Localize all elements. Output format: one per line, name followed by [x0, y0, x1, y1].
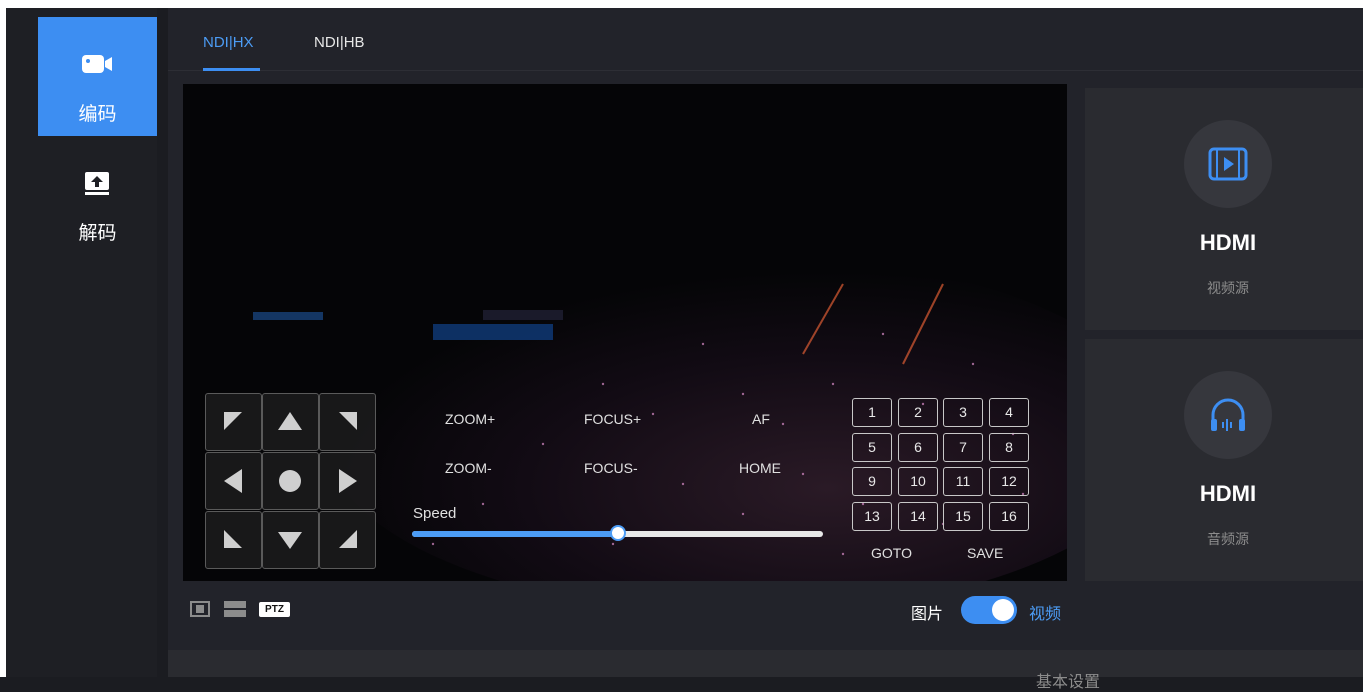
sidebar-item-label: 编码	[78, 103, 117, 125]
video-source-subtitle: 视频源	[1207, 281, 1249, 297]
af-button[interactable]: AF	[752, 411, 770, 427]
window-top-strip	[0, 0, 1363, 8]
preset-button-13[interactable]: 13	[852, 502, 892, 531]
ptz-down-button[interactable]	[262, 511, 319, 569]
preset-button-3[interactable]: 3	[943, 398, 983, 427]
audio-source-icon-circle	[1184, 371, 1272, 459]
arrow-down-right-icon	[339, 530, 357, 548]
ptz-down-right-button[interactable]	[319, 511, 376, 569]
sidebar-item-label: 解码	[78, 222, 117, 244]
tab-ndi-hx[interactable]: NDI|HX	[203, 34, 254, 51]
arrow-down-left-icon	[224, 530, 242, 548]
arrow-up-icon	[278, 412, 302, 430]
ptz-down-left-button[interactable]	[205, 511, 262, 569]
preset-button-5[interactable]: 5	[852, 433, 892, 462]
focus-out-button[interactable]: FOCUS-	[584, 460, 638, 476]
video-preview: ZOOM+ FOCUS+ AF ZOOM- FOCUS- HOME Speed …	[183, 84, 1067, 581]
preset-button-16[interactable]: 16	[989, 502, 1029, 531]
sidebar-item-encode[interactable]: 编码	[38, 17, 157, 136]
goto-button[interactable]: GOTO	[871, 545, 912, 561]
audio-source-subtitle: 音频源	[1207, 532, 1249, 548]
arrow-up-left-icon	[224, 412, 242, 430]
active-tab-indicator	[203, 68, 260, 71]
save-button[interactable]: SAVE	[967, 545, 1003, 561]
zoom-in-button[interactable]: ZOOM+	[445, 411, 495, 427]
video-camera-icon	[82, 55, 112, 73]
speed-slider[interactable]	[412, 525, 823, 541]
headphones-icon	[1211, 398, 1245, 431]
speed-label: Speed	[413, 505, 457, 522]
preset-button-7[interactable]: 7	[943, 433, 983, 462]
arrow-left-icon	[224, 469, 242, 493]
video-play-icon	[1208, 147, 1248, 181]
toggle-knob	[992, 599, 1014, 621]
preset-button-15[interactable]: 15	[943, 502, 983, 531]
ptz-up-right-button[interactable]	[319, 393, 376, 451]
basic-settings-title: 基本设置	[1036, 672, 1101, 691]
sidebar-item-decode[interactable]: 解码	[38, 136, 157, 255]
preset-button-6[interactable]: 6	[898, 433, 938, 462]
ptz-direction-pad	[205, 393, 377, 570]
preset-button-14[interactable]: 14	[898, 502, 938, 531]
arrow-right-icon	[339, 469, 357, 493]
preset-button-2[interactable]: 2	[898, 398, 938, 427]
ptz-up-left-button[interactable]	[205, 393, 262, 451]
preset-button-9[interactable]: 9	[852, 467, 892, 496]
video-source-icon-circle	[1184, 120, 1272, 208]
ptz-up-button[interactable]	[262, 393, 319, 451]
upload-screen-icon	[85, 172, 109, 195]
preset-button-1[interactable]: 1	[852, 398, 892, 427]
preset-button-11[interactable]: 11	[943, 467, 983, 496]
preset-button-10[interactable]: 10	[898, 467, 938, 496]
toggle-label-image: 图片	[911, 604, 944, 623]
tab-bar: NDI|HX NDI|HB	[168, 8, 1363, 71]
ptz-center-button[interactable]	[262, 452, 319, 510]
audio-source-title: HDMI	[1199, 481, 1257, 506]
home-button[interactable]: HOME	[739, 460, 781, 476]
focus-in-button[interactable]: FOCUS+	[584, 411, 641, 427]
preset-button-8[interactable]: 8	[989, 433, 1029, 462]
zoom-out-button[interactable]: ZOOM-	[445, 460, 492, 476]
ptz-toggle-button[interactable]: PTZ	[259, 602, 290, 617]
video-source-card[interactable]: HDMI 视频源	[1085, 88, 1363, 330]
video-source-title: HDMI	[1199, 230, 1257, 255]
tab-ndi-hb[interactable]: NDI|HB	[314, 34, 365, 51]
image-video-toggle[interactable]	[961, 596, 1017, 624]
speed-slider-handle[interactable]	[609, 525, 626, 541]
ptz-right-button[interactable]	[319, 452, 376, 510]
circle-icon	[279, 470, 301, 492]
preset-button-12[interactable]: 12	[989, 467, 1029, 496]
basic-settings-panel	[168, 650, 1363, 677]
arrow-up-right-icon	[339, 412, 357, 430]
sidebar: 编码 解码	[6, 8, 157, 677]
preset-button-4[interactable]: 4	[989, 398, 1029, 427]
layout-split-icon[interactable]	[224, 601, 246, 617]
speed-slider-fill	[412, 531, 618, 537]
audio-source-card[interactable]: HDMI 音频源	[1085, 339, 1363, 581]
ptz-left-button[interactable]	[205, 452, 262, 510]
toggle-label-video: 视频	[1029, 604, 1062, 623]
layout-single-icon[interactable]	[190, 601, 210, 617]
arrow-down-icon	[278, 532, 302, 549]
